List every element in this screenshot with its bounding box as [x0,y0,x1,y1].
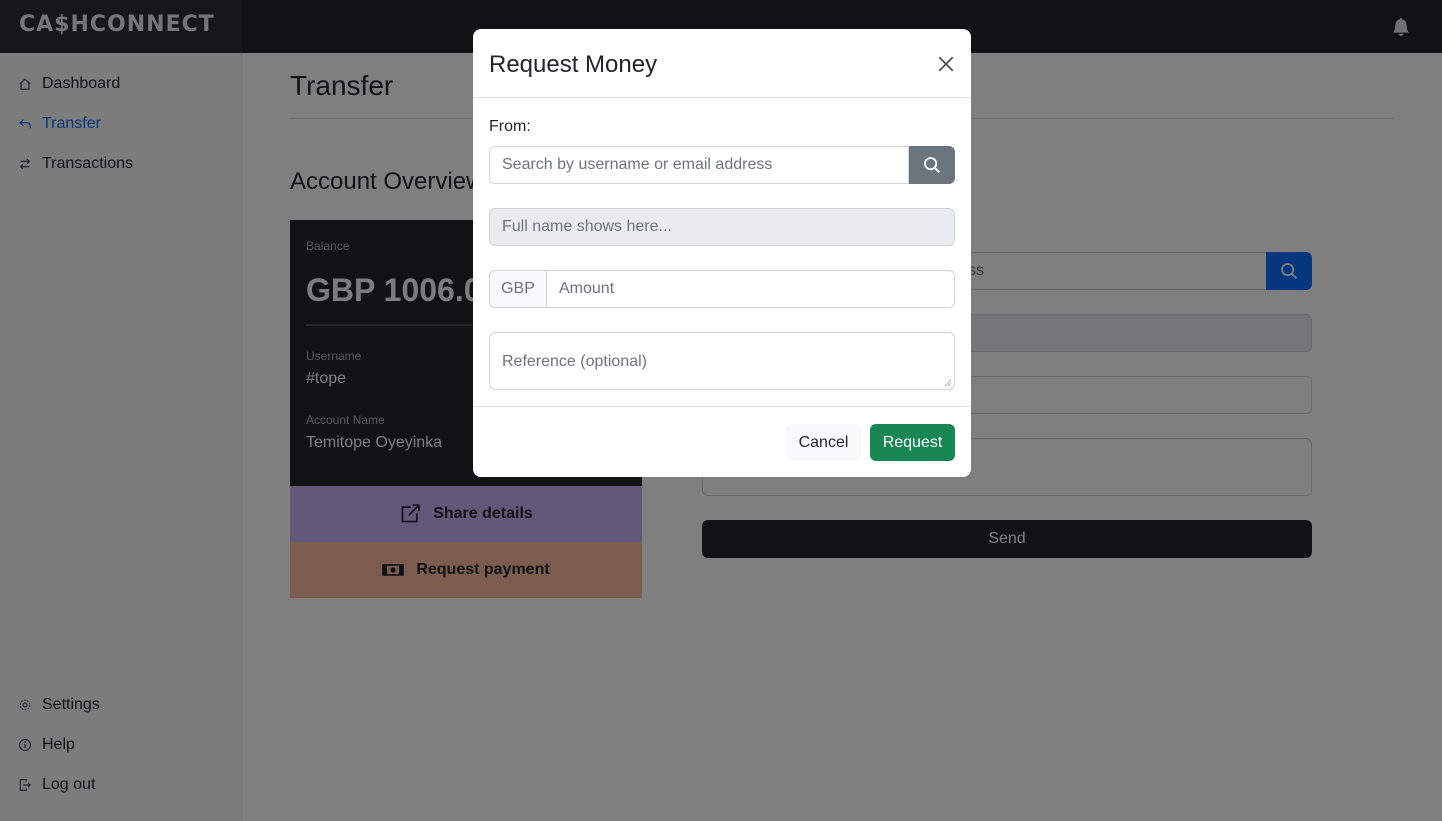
full-name-placeholder: Full name shows here... [502,218,672,235]
reference-input[interactable]: Reference (optional) [489,332,955,390]
resize-grip-icon[interactable] [944,379,952,387]
user-search-input[interactable]: Search by username or email address [489,146,909,184]
request-button[interactable]: Request [870,424,955,461]
request-money-modal: Request Money From: Search by username o… [473,29,971,477]
currency-addon: GBP [489,270,547,308]
cancel-button[interactable]: Cancel [786,424,861,461]
amount-placeholder: Amount [559,280,615,297]
full-name-field: Full name shows here... [489,208,955,246]
user-search-button[interactable] [909,146,955,184]
modal-title: Request Money [489,51,658,78]
modal-footer-divider [473,406,971,407]
modal-header-divider [473,97,971,98]
from-label: From: [489,118,531,135]
search-icon [924,157,941,174]
user-search-placeholder: Search by username or email address [502,156,773,173]
amount-input[interactable]: Amount [546,270,955,308]
close-icon[interactable] [935,53,957,75]
reference-placeholder: Reference (optional) [502,353,647,370]
